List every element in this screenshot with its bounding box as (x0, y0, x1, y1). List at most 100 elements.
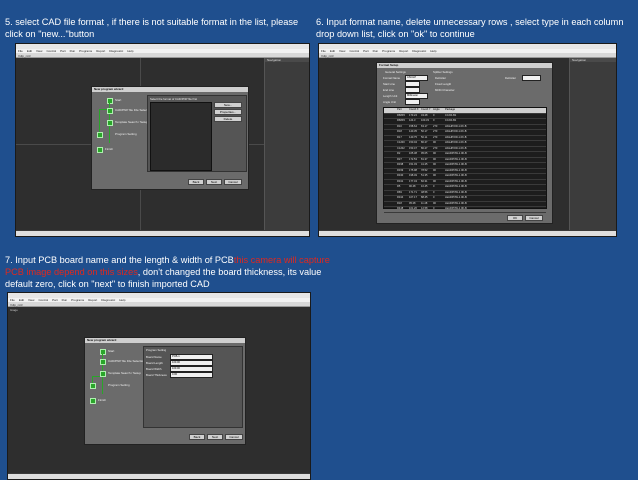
length-unit-select[interactable]: Millimeter (405, 93, 428, 99)
table-cell: 175.98 (409, 168, 417, 172)
menu-control[interactable]: Control (46, 49, 56, 53)
delimiter-input[interactable] (522, 75, 541, 81)
table-cell: HIGHPOW-1.0K-B (445, 124, 467, 128)
menu-run[interactable]: Run (373, 49, 379, 53)
general-settings-label: General Settings (385, 70, 406, 74)
menu-file[interactable]: File (10, 298, 15, 302)
table-row[interactable]: R448 101.26 12.58 0 LEADPOW-1.0K-B (384, 207, 546, 213)
table-cell: 80.27 (421, 146, 428, 150)
menu-programs[interactable]: Programs (79, 49, 92, 53)
table-cell: 95.28 (409, 201, 416, 205)
cancel-button[interactable]: Cancel (224, 179, 242, 185)
table-cell: 107.17 (409, 196, 417, 199)
table-cell: 90 (433, 168, 436, 172)
table-cell: R68P2 (397, 113, 405, 117)
table-cell: LEADPOW-1.0K-B (445, 163, 467, 166)
menu-view[interactable]: View (28, 298, 34, 302)
menu-run[interactable]: Run (70, 49, 76, 53)
column-header[interactable]: Coord.X (408, 108, 420, 113)
table-cell: R339 (397, 168, 404, 172)
table-cell: 140.35 (409, 130, 417, 133)
menu-help[interactable]: Help (430, 49, 436, 53)
screenshot-step7: Xdlp_nit3 File Edit View Control Part Run Prog… (7, 292, 311, 480)
table-cell: R27 (397, 157, 402, 161)
column-header[interactable]: Package (444, 108, 467, 113)
table-cell: 10.45 (421, 185, 428, 188)
menu-programs[interactable]: Programs (71, 298, 84, 302)
navigation-panel: Navigation (569, 58, 616, 230)
board-width-input[interactable]: 100.00 (170, 366, 213, 372)
angle-unit-select[interactable] (405, 99, 420, 105)
menu-report[interactable]: Report (399, 49, 408, 53)
new-program-wizard: New program wizard Start CAD/PNP file Fi… (91, 86, 249, 190)
step-cad-label: CAD/PNP file File Selection (108, 359, 145, 363)
column-header[interactable]: Coord.Y (420, 108, 432, 113)
menu-report[interactable]: Report (88, 298, 97, 302)
step7-caption: 7. Input PCB board name and the length &… (5, 254, 345, 290)
menu-control[interactable]: Control (349, 49, 359, 53)
column-header[interactable]: Angle (432, 108, 444, 113)
table-cell: R341 (397, 179, 404, 183)
menu-view[interactable]: View (36, 49, 42, 53)
new-program-wizard: New program wizard Start CAD/PNP file Fi… (84, 337, 246, 445)
delete-format-button[interactable]: Delete (214, 116, 242, 122)
end-line-input[interactable] (405, 87, 420, 93)
cancel-button[interactable]: Cancel (525, 215, 543, 221)
table-cell: R344 (397, 196, 404, 199)
menu-help[interactable]: Help (127, 49, 133, 53)
table-cell: 0 (433, 119, 435, 122)
step-start-icon (107, 98, 113, 104)
table-cell: 90 (433, 179, 436, 183)
new-format-button[interactable]: New... (214, 102, 242, 108)
menu-part[interactable]: Part (363, 49, 369, 53)
table-cell: R69 (397, 190, 402, 194)
table-cell: 80.27 (421, 141, 428, 144)
table-cell: 101.26 (409, 207, 417, 210)
menu-file[interactable]: File (321, 49, 326, 53)
step5-caption: 5. select CAD file format , if there is … (5, 17, 299, 39)
splitter-char-option[interactable]: Mt/Di Character (435, 88, 455, 92)
menu-part[interactable]: Part (60, 49, 66, 53)
menu-diagnostic[interactable]: Diagnostic (109, 49, 123, 53)
menu-help[interactable]: Help (119, 298, 125, 302)
start-line-input[interactable] (405, 81, 420, 87)
back-button[interactable]: Back (188, 179, 204, 185)
menu-edit[interactable]: Edit (19, 298, 24, 302)
splitter-fixed-option[interactable]: Fixed Length (435, 82, 451, 86)
table-cell: R338 (397, 163, 404, 166)
format-preview-table[interactable]: Part Coord.X Coord.Y Angle Package R68P2 173.… (383, 107, 547, 213)
menu-programs[interactable]: Programs (382, 49, 395, 53)
menu-diagnostic[interactable]: Diagnostic (101, 298, 115, 302)
format-list[interactable] (150, 102, 212, 171)
next-button[interactable]: Next (206, 179, 222, 185)
wizard-title: New program wizard (85, 338, 245, 343)
menu-file[interactable]: File (18, 49, 23, 53)
menu-edit[interactable]: Edit (27, 49, 32, 53)
board-name-input[interactable]: PCB-1 (170, 354, 213, 360)
cancel-button[interactable]: Cancel (225, 434, 243, 440)
menu-report[interactable]: Report (96, 49, 105, 53)
program-setting-label: Program Setting (146, 348, 167, 352)
format-properties-button[interactable]: Properties... (214, 109, 242, 115)
menu-edit[interactable]: Edit (330, 49, 335, 53)
step-template-label: Template Search / Setup (115, 120, 148, 124)
next-button[interactable]: Next (207, 434, 223, 440)
menu-part[interactable]: Part (52, 298, 58, 302)
menu-view[interactable]: View (339, 49, 345, 53)
table-cell: 95.05 (421, 152, 428, 155)
menu-control[interactable]: Control (38, 298, 48, 302)
table-cell: 12.58 (421, 207, 428, 210)
table-cell: 51.35 (421, 174, 428, 177)
step-start-label: Start (115, 98, 122, 102)
ok-button[interactable]: OK (507, 215, 523, 221)
column-header[interactable]: Part (396, 108, 408, 113)
table-cell: 48.56 (421, 190, 428, 194)
menu-run[interactable]: Run (62, 298, 68, 302)
menu-diagnostic[interactable]: Diagnostic (412, 49, 426, 53)
board-length-input[interactable]: 100.00 (170, 360, 213, 366)
format-name-input[interactable]: ASCiLP (405, 75, 428, 81)
back-button[interactable]: Back (189, 434, 205, 440)
board-thickness-input[interactable]: 0.00 (170, 372, 213, 378)
splitter-delimiter-option[interactable]: Delimiter (435, 76, 446, 80)
table-cell: LEADPOW-1.0K-B (445, 207, 467, 210)
